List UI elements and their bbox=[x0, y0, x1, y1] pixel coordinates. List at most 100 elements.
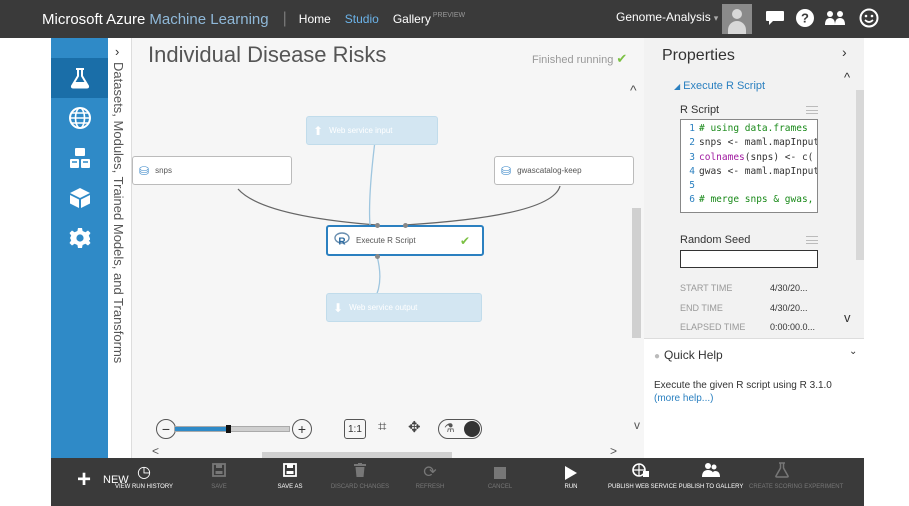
quick-help-panel: ● Quick Help ⌄ Execute the given R script… bbox=[644, 338, 864, 458]
community-icon[interactable] bbox=[820, 3, 850, 33]
modules-palette[interactable]: › Datasets, Modules, Trained Models, and… bbox=[108, 38, 132, 458]
save-as-button[interactable]: SAVE AS bbox=[257, 462, 323, 491]
add-icon[interactable]: + bbox=[77, 466, 91, 494]
zoom-out-button[interactable]: − bbox=[156, 419, 176, 439]
nav-gallery[interactable]: Gallery PREVIEW bbox=[393, 12, 465, 26]
input-port[interactable] bbox=[375, 223, 380, 228]
experiment-title: Individual Disease Risks bbox=[148, 42, 387, 67]
nav-home[interactable]: Home bbox=[299, 12, 331, 26]
r-script-label: R Script bbox=[680, 104, 720, 116]
preview-badge: PREVIEW bbox=[432, 12, 466, 19]
code-token: # using data.frames bbox=[699, 123, 808, 134]
smiley-icon[interactable] bbox=[854, 3, 884, 33]
chevron-down-icon: ▾ bbox=[713, 13, 719, 23]
input-port[interactable] bbox=[403, 223, 408, 228]
run-button[interactable]: RUN bbox=[538, 462, 604, 491]
quick-help-description: Execute the given R script using R 3.1.0 bbox=[654, 380, 832, 391]
end-time-value: 4/30/20... bbox=[770, 303, 808, 313]
modules-palette-label: Datasets, Modules, Trained Models, and T… bbox=[111, 62, 126, 364]
toggle-knob bbox=[464, 421, 480, 437]
line-number: 1 bbox=[689, 123, 695, 134]
workspace-selector[interactable]: Genome-Analysis ▾ bbox=[616, 10, 718, 24]
check-icon: ✔ bbox=[616, 51, 628, 66]
menu-icon[interactable] bbox=[806, 106, 818, 114]
svg-text:R: R bbox=[338, 237, 346, 247]
button-label: PUBLISH TO GALLERY bbox=[678, 484, 744, 490]
zoom-slider[interactable] bbox=[174, 425, 290, 433]
code-line[interactable]: 6 # merge snps & gwas, ... bbox=[681, 193, 817, 207]
line-number: 2 bbox=[689, 137, 695, 149]
menu-icon[interactable] bbox=[806, 236, 818, 244]
pan-icon[interactable]: ✥ bbox=[408, 418, 421, 436]
vertical-scrollbar[interactable] bbox=[632, 208, 641, 338]
line-number: 4 bbox=[689, 165, 695, 177]
discard-changes-button[interactable]: DISCARD CHANGES bbox=[327, 462, 393, 491]
nav-studio[interactable]: Studio bbox=[345, 12, 379, 26]
flask-icon: ⚗ bbox=[444, 421, 455, 435]
scroll-down-icon[interactable]: v bbox=[844, 310, 851, 325]
node-label: Web service output bbox=[349, 303, 418, 312]
view-run-history-button[interactable]: ◷ VIEW RUN HISTORY bbox=[111, 462, 177, 491]
scroll-left-icon[interactable]: < bbox=[152, 444, 159, 458]
node-label: snps bbox=[155, 166, 172, 175]
module-header[interactable]: ◢ Execute R Script bbox=[674, 80, 765, 92]
zoom-toolbar: − + 1:1 ⌗ ✥ ⚗ bbox=[156, 418, 496, 440]
quick-help-header[interactable]: ● Quick Help bbox=[654, 348, 723, 362]
run-status-text: Finished running bbox=[532, 54, 614, 66]
clock-icon: ◷ bbox=[137, 464, 151, 481]
node-snps[interactable]: ⛁ snps bbox=[132, 156, 292, 185]
datasets-icon[interactable] bbox=[51, 138, 108, 178]
chevron-down-icon[interactable]: ⌄ bbox=[849, 346, 857, 357]
line-number: 6 bbox=[689, 194, 695, 206]
output-port[interactable] bbox=[375, 254, 380, 259]
expand-palette-icon[interactable]: › bbox=[115, 44, 119, 59]
refresh-button[interactable]: ⟳ REFRESH bbox=[397, 462, 463, 491]
settings-icon[interactable] bbox=[51, 218, 108, 258]
brand-product: Machine Learning bbox=[149, 10, 269, 28]
save-icon bbox=[257, 462, 323, 484]
zoom-slider-thumb[interactable] bbox=[226, 425, 232, 433]
nav-divider: | bbox=[282, 10, 287, 27]
help-icon[interactable]: ? bbox=[790, 3, 820, 33]
cancel-button[interactable]: CANCEL bbox=[467, 462, 533, 491]
node-execute-r-script[interactable]: R Execute R Script ✔ bbox=[326, 225, 484, 256]
actual-size-button[interactable]: 1:1 bbox=[344, 419, 366, 439]
code-line[interactable]: 3 colnames(snps) <- c( bbox=[681, 151, 817, 165]
scroll-down-icon[interactable]: v bbox=[634, 418, 640, 432]
svg-text:?: ? bbox=[801, 11, 809, 26]
fit-to-screen-icon[interactable]: ⌗ bbox=[378, 418, 386, 435]
node-web-service-output[interactable]: ⬇ Web service output bbox=[326, 293, 482, 322]
publish-web-service-button[interactable]: PUBLISH WEB SERVICE bbox=[608, 462, 677, 491]
scroll-up-icon[interactable]: ^ bbox=[844, 70, 850, 85]
properties-scrollbar[interactable] bbox=[856, 90, 864, 260]
experiments-icon[interactable] bbox=[51, 58, 108, 98]
web-services-icon[interactable] bbox=[51, 98, 108, 138]
trained-models-icon[interactable] bbox=[51, 178, 108, 218]
node-web-service-input[interactable]: ⬆ Web service input bbox=[306, 116, 438, 145]
collapse-panel-icon[interactable]: › bbox=[842, 44, 847, 60]
avatar[interactable] bbox=[722, 4, 752, 34]
r-script-editor[interactable]: 1 # using data.frames 2 snps <- maml.mapInp… bbox=[680, 119, 818, 213]
code-line[interactable]: 5 bbox=[681, 179, 817, 193]
feedback-icon[interactable] bbox=[760, 3, 790, 33]
node-gwascatalog-keep[interactable]: ⛁ gwascatalog-keep bbox=[494, 156, 634, 185]
more-help-link[interactable]: (more help...) bbox=[654, 393, 713, 404]
code-line[interactable]: 4 gwas <- maml.mapInputPort(2) bbox=[681, 165, 817, 179]
minimap-toggle[interactable]: ⚗ bbox=[438, 419, 482, 439]
code-line[interactable]: 1 # using data.frames bbox=[681, 122, 817, 136]
brand-name: Microsoft Azure bbox=[42, 10, 146, 28]
flask-icon bbox=[749, 462, 815, 484]
code-line[interactable]: 2 snps <- maml.mapInputPort(1) bbox=[681, 136, 817, 150]
scroll-up-icon[interactable]: ^ bbox=[630, 82, 637, 98]
run-status: Finished running ✔ bbox=[532, 51, 627, 67]
save-button[interactable]: SAVE bbox=[186, 462, 252, 491]
start-time-value: 4/30/20... bbox=[770, 283, 808, 293]
elapsed-time-label: ELAPSED TIME bbox=[680, 322, 746, 332]
publish-to-gallery-button[interactable]: PUBLISH TO GALLERY bbox=[678, 462, 744, 491]
experiment-canvas[interactable]: Individual Disease Risks Finished runnin… bbox=[132, 38, 644, 458]
button-label: CREATE SCORING EXPERIMENT bbox=[749, 484, 844, 490]
scroll-right-icon[interactable]: > bbox=[610, 444, 617, 458]
random-seed-input[interactable] bbox=[680, 250, 818, 268]
create-scoring-experiment-button[interactable]: CREATE SCORING EXPERIMENT bbox=[749, 462, 844, 491]
zoom-in-button[interactable]: + bbox=[292, 419, 312, 439]
